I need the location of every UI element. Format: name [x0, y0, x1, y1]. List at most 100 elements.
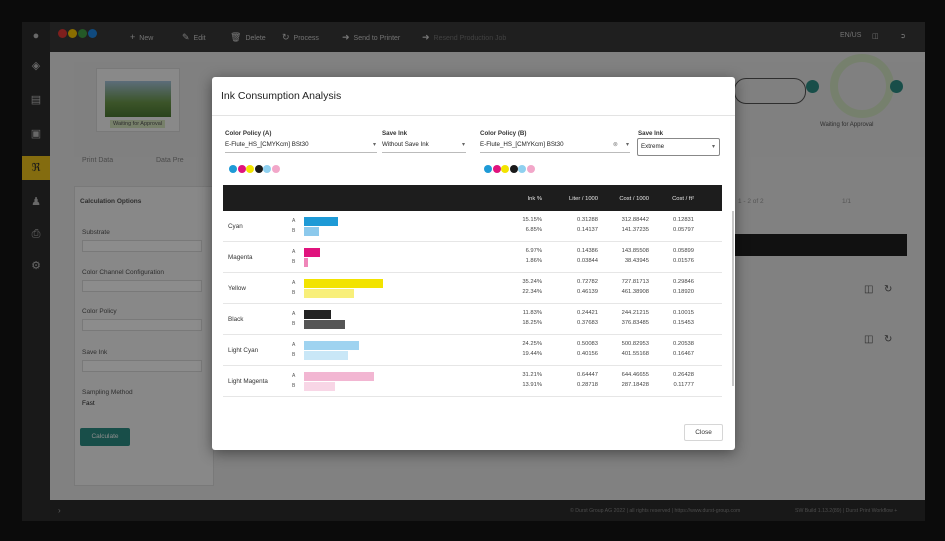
cell-liter-a: 0.31288 [577, 217, 598, 223]
table-row: Cyan A 15.15% 0.31288 312.88442 0.12831 B 6.85%… [223, 211, 722, 242]
chevron-down-icon: ▾ [711, 144, 715, 150]
cell-ink-a: 11.83% [522, 310, 542, 316]
ink-swatch [237, 165, 246, 173]
table-row: A0.13%0.002732.733150.00112B [223, 397, 722, 399]
save-ink-a-label: Save Ink [382, 130, 408, 137]
series-label-a: A [292, 218, 296, 224]
cell-liter-b: 0.40156 [577, 351, 598, 357]
series-label-b: B [292, 290, 296, 296]
ink-bar-a [304, 372, 375, 381]
ink-swatch [501, 165, 509, 173]
ink-name: Light Magenta [228, 378, 268, 385]
table-row: Yellow A 35.24% 0.72782 727.81713 0.29846 B 22.… [223, 273, 722, 304]
cell-cost-b: 287.18428 [621, 382, 649, 388]
cell-liter-a: 0.64447 [577, 372, 598, 378]
col-liter: Liter / 1000 [568, 196, 598, 202]
ink-name: Black [228, 316, 244, 323]
cell-liter-b: 0.37683 [577, 320, 598, 326]
ink-swatch [263, 165, 271, 173]
series-label-b: B [292, 352, 296, 358]
cell-ink-b: 13.91% [522, 382, 542, 388]
cell-ink-b: 1.86% [525, 258, 542, 264]
cell-liter-a: 0.14386 [577, 248, 598, 254]
chevron-down-icon: ▾ [461, 142, 465, 148]
table-body[interactable]: Cyan A 15.15% 0.31288 312.88442 0.12831 B 6.85%… [223, 211, 722, 399]
cell-costft-b: 0.05797 [673, 227, 694, 233]
cell-costft-b: 0.15453 [673, 320, 694, 326]
cell-costft-b: 0.18920 [673, 289, 694, 295]
col-cost: Cost / 1000 [619, 196, 649, 202]
ink-swatch [484, 165, 492, 173]
ink-swatch [526, 165, 535, 173]
cell-costft-a: 0.29846 [673, 279, 694, 285]
ink-swatch [271, 165, 280, 173]
ink-swatches-b [484, 165, 535, 174]
ink-bar-b [304, 382, 336, 391]
cell-ink-b: 19.44% [522, 351, 542, 357]
ink-bar-a [304, 217, 339, 226]
ink-bar-b [304, 289, 355, 298]
cell-costft-a: 0.20538 [673, 341, 694, 347]
ink-bar-b [304, 227, 320, 236]
close-button[interactable]: Close [684, 424, 723, 441]
cell-cost-a: 644.46655 [621, 372, 649, 378]
cell-liter-b: 0.03844 [577, 258, 598, 264]
cell-liter-b: 0.28718 [577, 382, 598, 388]
table-row: Black A 11.83% 0.24421 244.21215 0.10015 B 18.2… [223, 304, 722, 335]
cell-costft-a: 0.12831 [673, 217, 694, 223]
cell-cost-a: 143.85508 [621, 248, 649, 254]
cell-costft-a: 0.26428 [673, 372, 694, 378]
save-ink-b-select[interactable]: Extreme ▾ [637, 138, 720, 156]
table-row: Magenta A 6.97% 0.14386 143.85508 0.05899 B 1.8… [223, 242, 722, 273]
cell-costft-b: 0.11777 [673, 382, 694, 388]
policy-b-select[interactable]: E-Flute_HS_[CMYKcm] BSt30 ⊗ ▾ [480, 138, 630, 153]
series-label-a: A [292, 311, 296, 317]
ink-consumption-dialog: Ink Consumption Analysis Color Policy (A… [212, 77, 735, 450]
cell-costft-a: 0.10015 [673, 310, 694, 316]
table-scrollbar[interactable] [732, 211, 734, 386]
ink-bar-a [304, 341, 359, 350]
cell-liter-a: 0.50083 [577, 341, 598, 347]
dialog-divider [212, 115, 735, 116]
cell-liter-a: 0.24421 [577, 310, 598, 316]
ink-swatch [509, 165, 518, 173]
ink-name: Cyan [228, 223, 243, 230]
ink-name: Light Cyan [228, 347, 259, 354]
cell-cost-b: 461.38908 [621, 289, 649, 295]
policy-b-label: Color Policy (B) [480, 130, 527, 137]
cell-cost-a: 500.82953 [621, 341, 649, 347]
cell-cost-b: 376.83485 [621, 320, 649, 326]
policy-a-label: Color Policy (A) [225, 130, 272, 137]
cell-cost-b: 141.37235 [621, 227, 649, 233]
ink-bar-a [304, 310, 331, 319]
cell-ink-b: 6.85% [525, 227, 542, 233]
ink-swatches-a [229, 165, 280, 174]
ink-swatch [518, 165, 526, 173]
app-window: ● ◈ ▤ ▣ ℜ ♟ ⎙ ⚙ + New ✎ Edit 🗑 Delete ↻ Proc… [22, 22, 925, 521]
ink-name: Yellow [228, 285, 246, 292]
series-label-b: B [292, 259, 296, 265]
save-ink-a-select[interactable]: Without Save Ink ▾ [382, 138, 466, 153]
ink-bar-b [304, 258, 309, 267]
table-row: Light Magenta A 31.21% 0.64447 644.46655 0.26… [223, 366, 722, 397]
cell-ink-b: 22.34% [522, 289, 542, 295]
chevron-down-icon: ▾ [625, 142, 629, 148]
ink-name: Magenta [228, 254, 253, 261]
series-label-b: B [292, 321, 296, 327]
cell-liter-a: 0.72782 [577, 279, 598, 285]
cell-cost-a: 312.88442 [621, 217, 649, 223]
cell-ink-a: 15.15% [522, 217, 542, 223]
cell-cost-b: 401.55168 [621, 351, 649, 357]
series-label-a: A [292, 342, 296, 348]
policy-a-select[interactable]: E-Flute_HS_[CMYKcm] BSt30 ▾ [225, 138, 377, 153]
cell-ink-a: 6.97% [525, 248, 542, 254]
clear-icon[interactable]: ⊗ [613, 138, 618, 152]
table-row: Light Cyan A 24.25% 0.50083 500.82953 0.20538… [223, 335, 722, 366]
table-header: Ink % Liter / 1000 Cost / 1000 Cost / ft… [223, 185, 722, 211]
series-label-a: A [292, 249, 296, 255]
cell-costft-b: 0.01576 [673, 258, 694, 264]
ink-bar-b [304, 351, 348, 360]
col-cost-ft: Cost / ft² [672, 196, 694, 202]
cell-ink-b: 18.25% [522, 320, 542, 326]
cell-liter-b: 0.46139 [577, 289, 598, 295]
